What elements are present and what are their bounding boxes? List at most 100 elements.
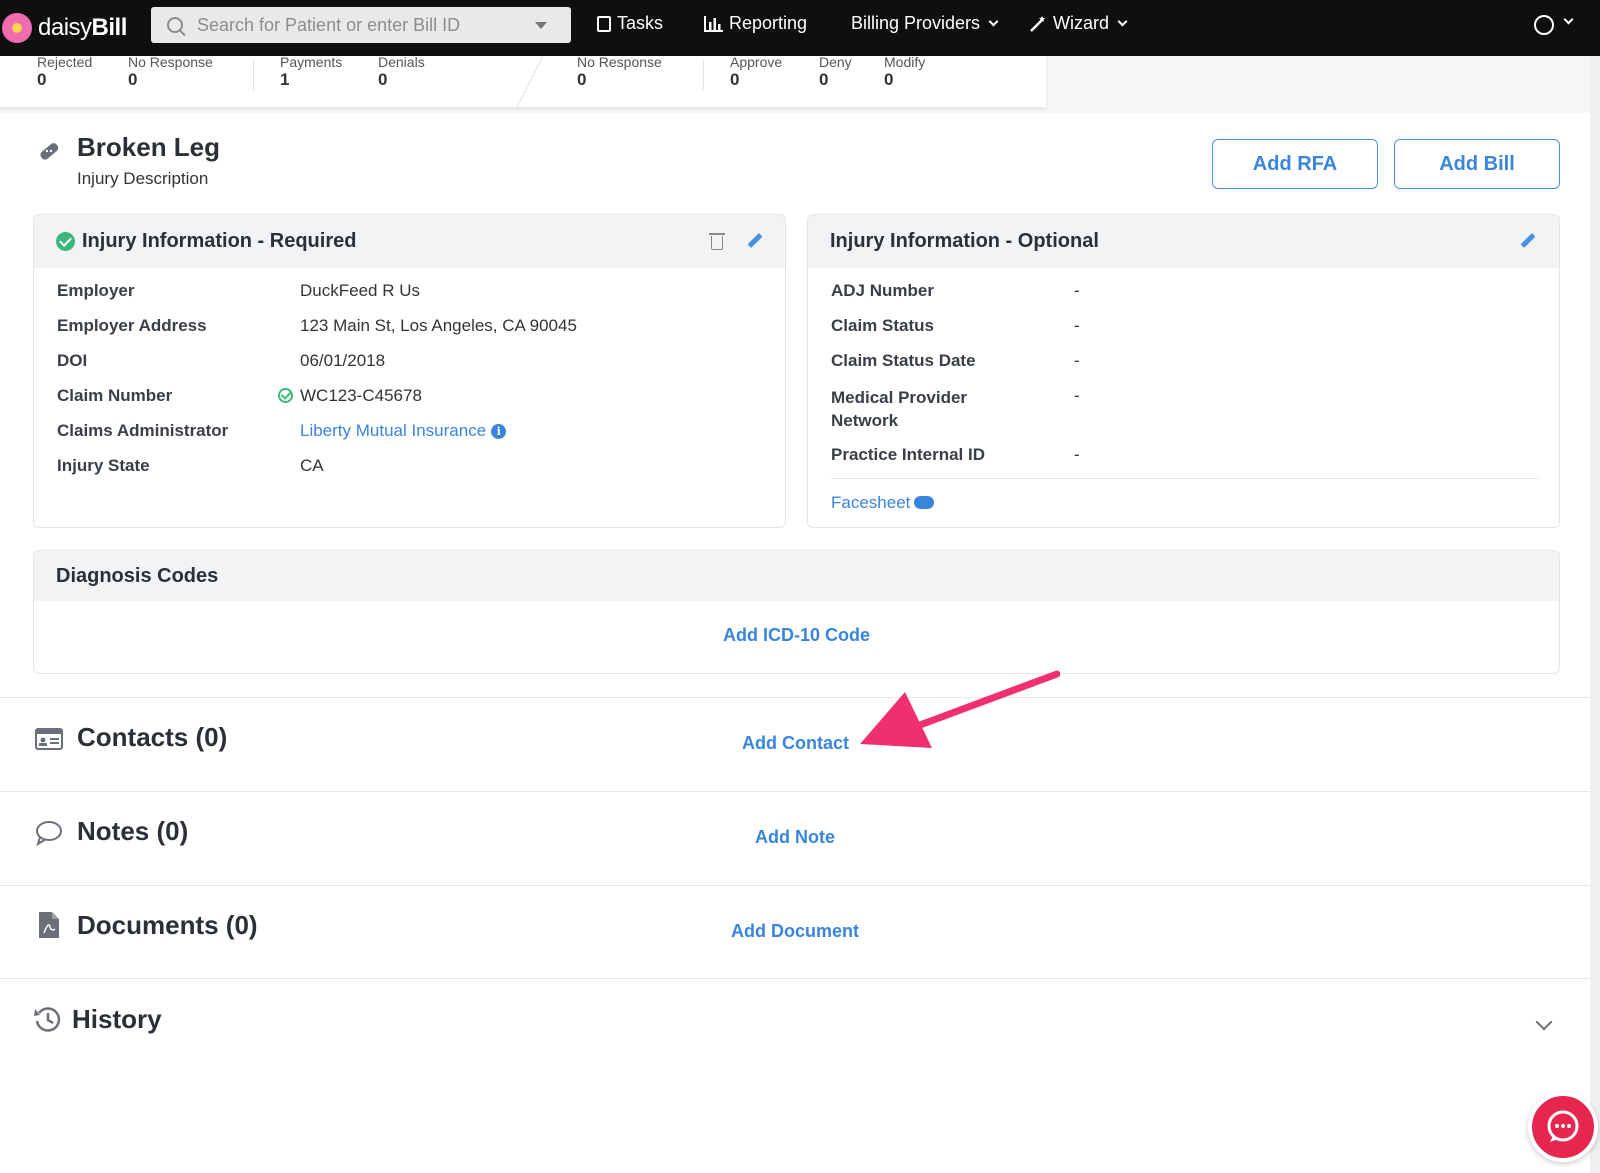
notes-title: Notes (0): [77, 816, 189, 846]
pencil-icon[interactable]: [747, 233, 763, 248]
nav-reporting-label: Reporting: [729, 13, 808, 33]
injury-info-required-card: Injury Information - Required Employer D…: [33, 214, 786, 528]
chat-launcher-button[interactable]: [1528, 1092, 1598, 1162]
stat-value: 0: [577, 70, 587, 89]
row-label: Medical Provider Network: [831, 388, 968, 430]
chevron-down-icon[interactable]: [1535, 1013, 1553, 1031]
stat-divider: [703, 60, 704, 90]
row-label: Employer: [57, 281, 135, 300]
nav-reporting[interactable]: Reporting: [703, 13, 807, 34]
diagnosis-title: Diagnosis Codes: [56, 564, 219, 587]
adj-number-value: -: [1074, 281, 1080, 300]
row-label: ADJ Number: [831, 281, 934, 300]
claim-status-value: -: [1074, 316, 1080, 335]
row-label: Claim Status: [831, 316, 934, 335]
facesheet-label: Facesheet: [831, 493, 911, 512]
pdf-document-icon: [39, 912, 59, 938]
patient-search: [151, 7, 571, 43]
clipboard-check-icon: [597, 15, 611, 32]
page-title: Broken Leg: [77, 132, 221, 162]
row-label: Claim Status Date: [831, 351, 976, 370]
stat-value: 0: [730, 70, 740, 89]
chat-bubble-icon: [1547, 1110, 1579, 1142]
top-nav: daisyBill Tasks Reporting Billing Provid…: [0, 0, 1600, 56]
cloud-download-icon: [914, 496, 935, 509]
section-divider: [0, 885, 1590, 886]
add-bill-button[interactable]: Add Bill: [1394, 139, 1560, 189]
employer-value: DuckFeed R Us: [300, 281, 420, 300]
section-divider: [0, 697, 1590, 698]
user-account-icon[interactable]: [1534, 15, 1554, 35]
nav-billing-providers[interactable]: Billing Providers: [851, 13, 999, 34]
row-label: Employer Address: [57, 316, 207, 335]
nav-billing-providers-label: Billing Providers: [851, 13, 981, 33]
chevron-down-icon: [1117, 16, 1128, 27]
add-document-link[interactable]: Add Document: [731, 921, 859, 942]
chevron-down-icon[interactable]: [1563, 14, 1574, 25]
daisybill-logo[interactable]: daisyBill: [0, 0, 140, 56]
speech-bubble-icon: [36, 821, 62, 846]
mpn-value: -: [1074, 386, 1080, 405]
contact-card-icon: [35, 728, 63, 750]
facesheet-link[interactable]: Facesheet: [831, 493, 935, 513]
stat-label: Payments: [280, 54, 343, 70]
diagnosis-card-header: Diagnosis Codes: [34, 551, 1559, 601]
page-subtitle: Injury Description: [77, 169, 209, 188]
search-icon: [167, 17, 183, 33]
stat-divider: [253, 60, 254, 90]
employer-address-value: 123 Main St, Los Angeles, CA 90045: [300, 316, 577, 335]
stat-label: No Response: [577, 54, 662, 70]
annotation-arrow: [860, 670, 1060, 748]
magic-wand-icon: [1030, 15, 1045, 32]
add-icd10-code-link[interactable]: Add ICD-10 Code: [723, 625, 870, 646]
stat-value: 0: [378, 70, 388, 89]
caret-down-icon[interactable]: [535, 21, 547, 29]
stat-group-separator: [516, 56, 544, 107]
practice-internal-id-value: -: [1074, 445, 1080, 464]
stat-value: 0: [37, 70, 47, 89]
row-label: DOI: [57, 351, 88, 370]
row-label: Claims Administrator: [57, 421, 229, 440]
section-divider: [0, 978, 1590, 979]
stat-label: Denials: [378, 54, 425, 70]
history-icon: [34, 1007, 61, 1032]
page-scrollbar[interactable]: [1590, 56, 1600, 1173]
documents-title: Documents (0): [77, 910, 258, 940]
add-note-link[interactable]: Add Note: [755, 827, 835, 848]
bar-chart-icon: [704, 15, 723, 32]
injury-state-value: CA: [300, 456, 324, 475]
search-input[interactable]: [197, 14, 527, 36]
nav-wizard-label: Wizard: [1053, 13, 1110, 33]
stat-label: Rejected: [37, 54, 93, 70]
daisy-flower-icon: [2, 13, 32, 43]
history-title: History: [72, 1004, 162, 1034]
chevron-down-icon: [988, 16, 999, 27]
claims-administrator-link[interactable]: Liberty Mutual Insurance i: [300, 421, 507, 441]
trash-icon[interactable]: [709, 233, 725, 250]
add-rfa-button[interactable]: Add RFA: [1212, 139, 1378, 189]
stat-value: 1: [280, 70, 290, 89]
stat-value: 0: [884, 70, 894, 89]
stat-label: Approve: [730, 54, 783, 70]
stat-label: No Response: [128, 54, 213, 70]
diagnosis-codes-card: Diagnosis Codes Add ICD-10 Code: [33, 550, 1560, 674]
nav-tasks-label: Tasks: [617, 13, 664, 33]
contacts-title: Contacts (0): [77, 722, 228, 752]
brand-name: daisyBill: [38, 14, 127, 41]
injury-info-optional-card: Injury Information - Optional ADJ Number…: [807, 214, 1560, 528]
pencil-icon[interactable]: [1520, 233, 1536, 248]
required-card-title: Injury Information - Required: [82, 230, 357, 252]
stat-label: Modify: [884, 54, 926, 70]
doi-value: 06/01/2018: [300, 351, 386, 370]
stat-value: 0: [128, 70, 138, 89]
info-icon[interactable]: i: [491, 424, 507, 439]
check-circle-icon: [56, 232, 75, 251]
nav-tasks[interactable]: Tasks: [597, 13, 663, 34]
nav-wizard[interactable]: Wizard: [1029, 13, 1128, 34]
required-card-header: Injury Information - Required: [34, 215, 785, 268]
bandage-icon: [40, 143, 59, 160]
optional-card-header: Injury Information - Optional: [808, 215, 1559, 268]
optional-card-title: Injury Information - Optional: [830, 230, 1099, 252]
bill-stats-strip: Rejected 0 No Response 0 Payments 1 Deni…: [0, 54, 1046, 107]
add-contact-link[interactable]: Add Contact: [742, 733, 849, 754]
